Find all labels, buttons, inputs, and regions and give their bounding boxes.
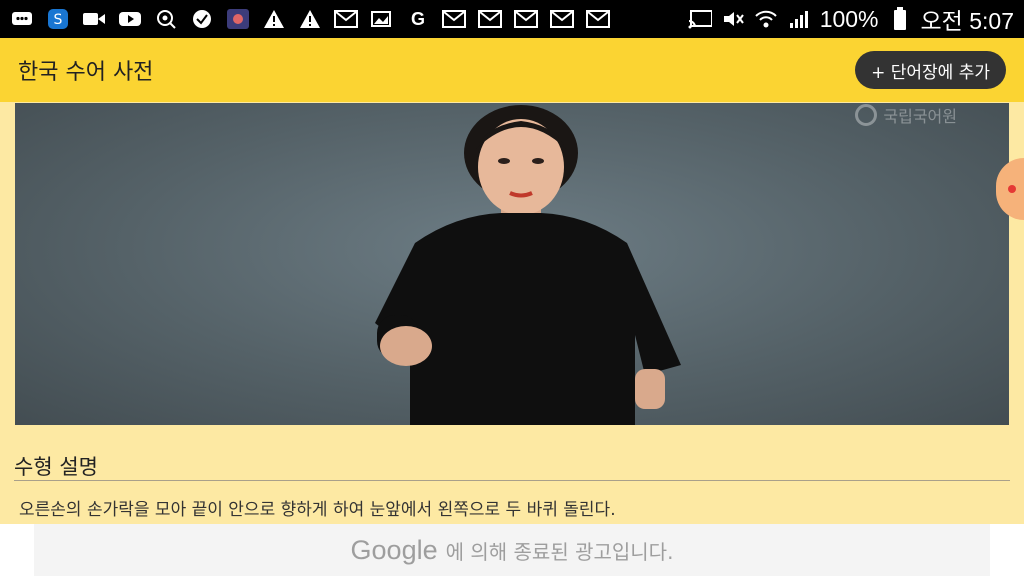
app-header: 한국 수어 사전 + 단어장에 추가 [0, 38, 1024, 102]
mail-icon [550, 8, 574, 30]
youtube-icon [118, 8, 142, 30]
google-icon: G [406, 8, 430, 30]
warning-icon [262, 8, 286, 30]
sign-description: 오른손의 손가락을 모아 끝이 안으로 향하게 하여 눈앞에서 왼쪽으로 두 바… [19, 500, 616, 520]
photo-icon [226, 8, 250, 30]
wifi-icon [754, 8, 778, 30]
signer-figure [375, 105, 681, 425]
closed-ad-banner: Google 에 의해 종료된 광고입니다. [0, 524, 1024, 576]
mail-icon [478, 8, 502, 30]
signal-icon [787, 8, 811, 30]
check-icon [190, 8, 214, 30]
mail-icon [514, 8, 538, 30]
section-title: 수형 설명 [14, 455, 98, 479]
notification-icons: S G [10, 8, 610, 30]
add-to-wordbook-button[interactable]: + 단어장에 추가 [855, 51, 1006, 89]
mute-icon [721, 8, 745, 30]
s-app-icon: S [46, 8, 70, 30]
warning-icon [298, 8, 322, 30]
cast-icon [688, 8, 712, 30]
battery-icon [888, 7, 912, 30]
svg-text:G: G [411, 9, 425, 29]
add-to-wordbook-label: + 단어장에 추가 [871, 62, 990, 83]
divider [14, 480, 1010, 481]
gallery-icon [370, 8, 394, 30]
mail-icon [586, 8, 610, 30]
battery-percent: 100% [819, 5, 879, 32]
search-location-icon [154, 8, 178, 30]
status-bar: S G 100% 오전 5:07 [0, 0, 1024, 38]
video-icon [82, 8, 106, 30]
sign-video-player[interactable]: 국립국어원 [15, 103, 1009, 425]
google-logo: Google [350, 534, 438, 565]
message-icon [10, 8, 34, 30]
page-title: 한국 수어 사전 [18, 60, 154, 85]
clock: 오전 5:07 [920, 8, 1014, 34]
mail-icon [442, 8, 466, 30]
mail-icon [334, 8, 358, 30]
system-status: 100% 오전 5:07 [688, 2, 1014, 36]
ad-closed-text: 에 의해 종료된 광고입니다. [445, 539, 674, 564]
svg-text:S: S [54, 12, 63, 28]
